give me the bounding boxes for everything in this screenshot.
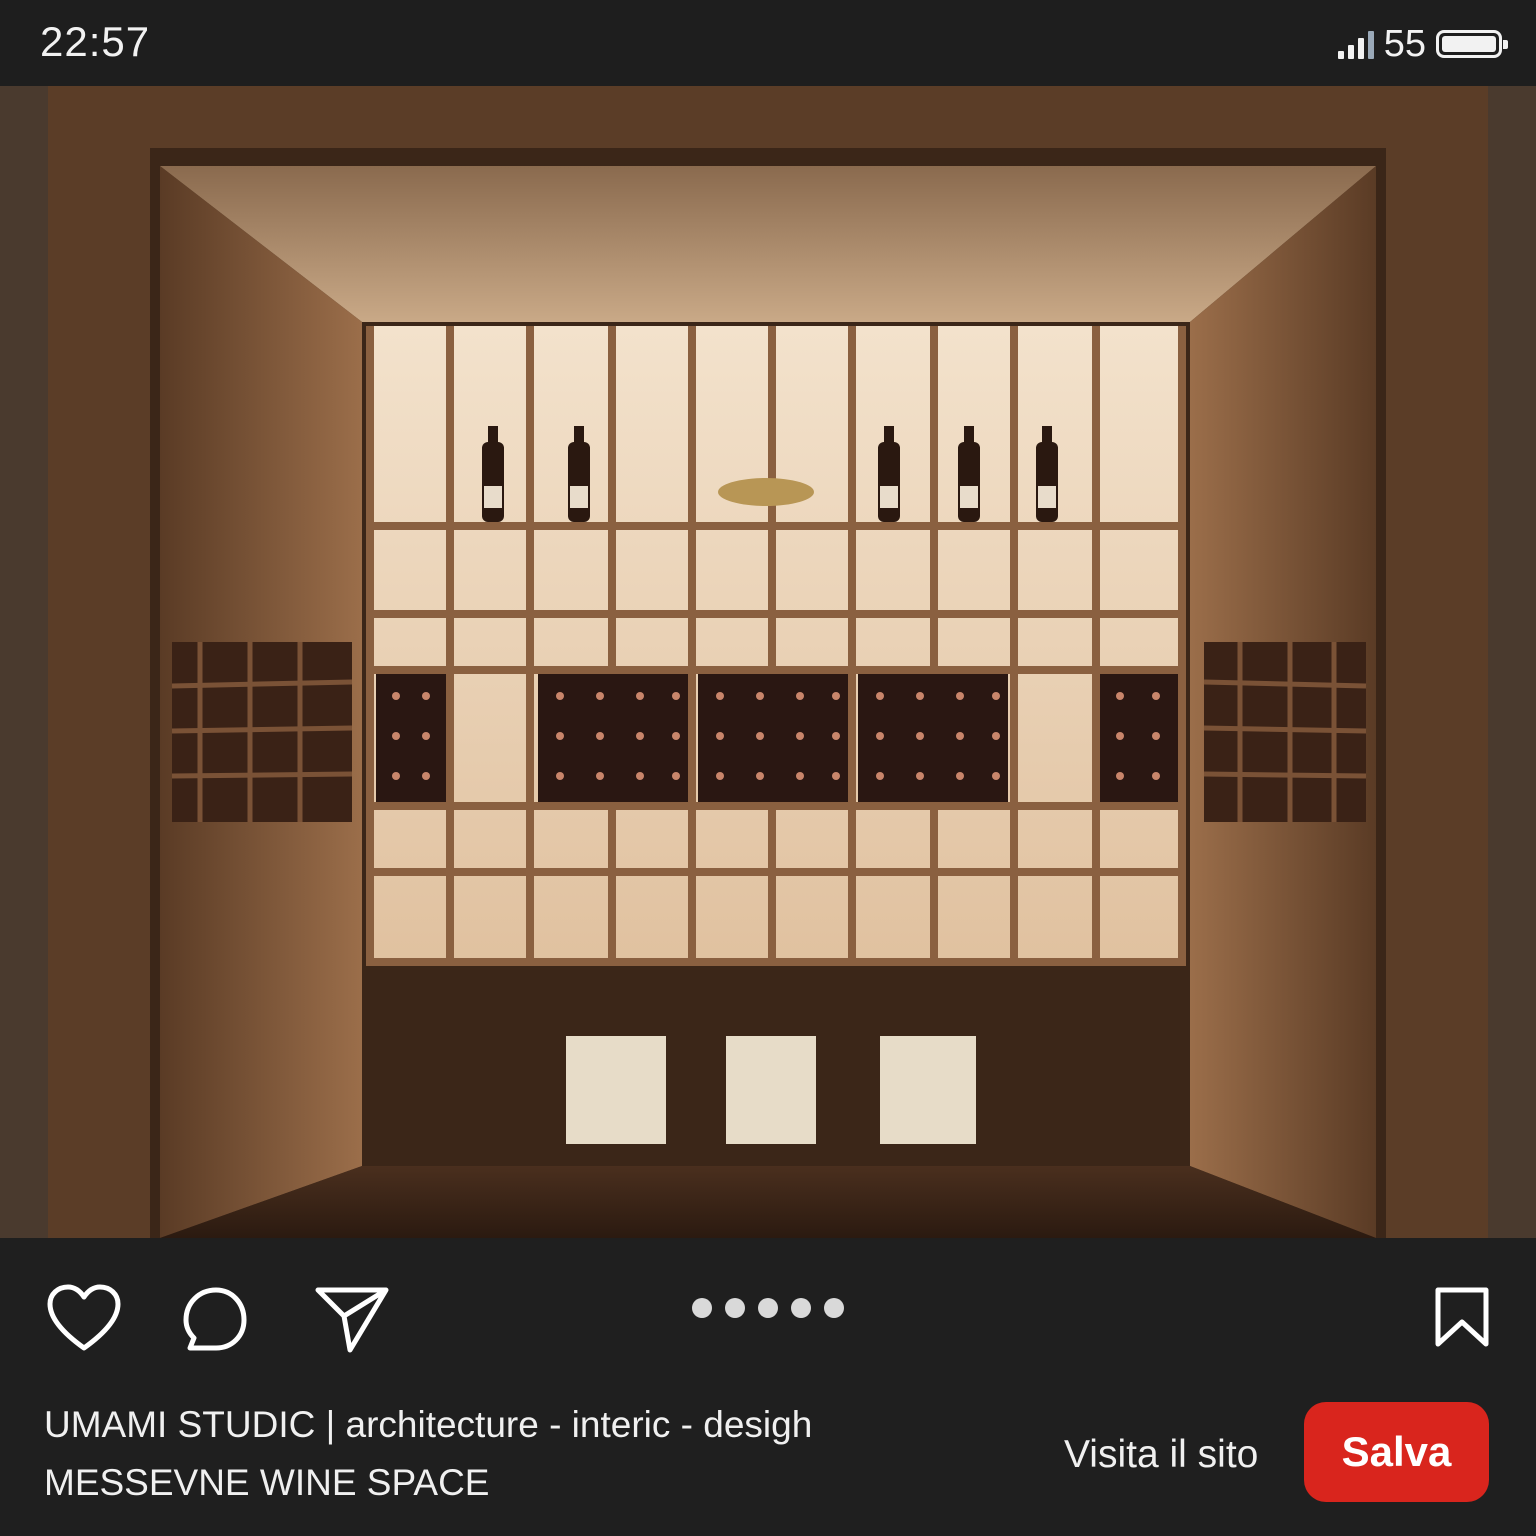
carousel-dot[interactable]: [725, 1298, 745, 1318]
comment-icon[interactable]: [182, 1286, 250, 1352]
carousel-dot[interactable]: [758, 1298, 778, 1318]
signal-icon: [1337, 29, 1374, 59]
carousel-indicator: [692, 1298, 844, 1318]
battery-percent: 55: [1383, 22, 1426, 65]
carousel-dot[interactable]: [692, 1298, 712, 1318]
status-indicators: 55: [1337, 22, 1508, 65]
save-button[interactable]: Salva: [1304, 1402, 1489, 1502]
visit-site-link[interactable]: Visita il sito: [1064, 1433, 1258, 1477]
status-time: 22:57: [40, 18, 151, 65]
caption-title: MESSEVNE WINE SPACE: [44, 1462, 490, 1503]
carousel-dot[interactable]: [791, 1298, 811, 1318]
carousel-dot[interactable]: [824, 1298, 844, 1318]
wine-cellar-illustration: [0, 86, 1536, 1238]
bookmark-icon[interactable]: [1434, 1286, 1490, 1350]
post-image[interactable]: [0, 86, 1536, 1238]
battery-icon: [1436, 30, 1508, 58]
heart-icon[interactable]: [46, 1284, 122, 1354]
send-icon[interactable]: [314, 1286, 390, 1354]
caption-author[interactable]: UMAMI STUDIC | architecture - interic - …: [44, 1404, 812, 1446]
status-bar: 22:57 55: [0, 0, 1536, 86]
